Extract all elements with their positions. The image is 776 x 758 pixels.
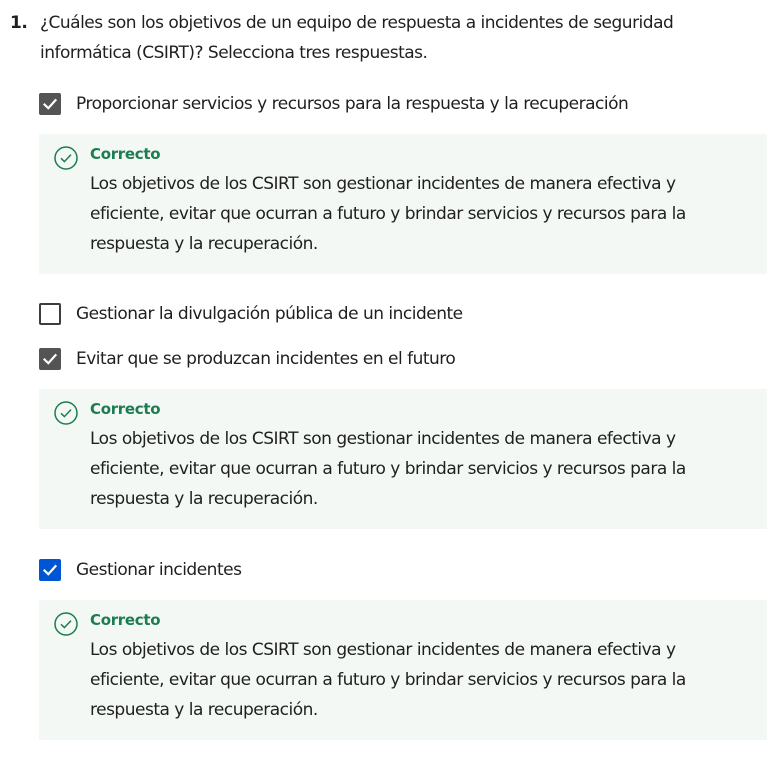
feedback-text: Los objetivos de los CSIRT son gestionar…	[90, 429, 686, 509]
feedback-text: Los objetivos de los CSIRT son gestionar…	[90, 640, 686, 720]
question-number: 1.	[10, 13, 28, 33]
feedback-text: Los objetivos de los CSIRT son gestionar…	[90, 174, 686, 254]
feedback-panel: Correcto Los objetivos de los CSIRT son …	[39, 134, 767, 274]
option-label: Evitar que se produzcan incidentes en el…	[76, 349, 456, 369]
feedback-panel: Correcto Los objetivos de los CSIRT son …	[39, 600, 767, 740]
checkmark-icon	[42, 98, 58, 110]
feedback-title: Correcto	[90, 145, 161, 163]
checkbox-checked[interactable]	[39, 93, 61, 115]
option-label: Proporcionar servicios y recursos para l…	[76, 94, 629, 114]
checkbox-unchecked[interactable]	[39, 303, 61, 325]
option-label: Gestionar incidentes	[76, 560, 242, 580]
feedback-title: Correcto	[90, 611, 161, 629]
checkmark-icon	[42, 353, 58, 365]
question-text: ¿Cuáles son los objetivos de un equipo d…	[40, 13, 674, 63]
feedback-title: Correcto	[90, 400, 161, 418]
option-checkbox-2[interactable]: Gestionar la divulgación pública de un i…	[39, 303, 463, 325]
checkmark-icon	[42, 564, 58, 576]
option-label: Gestionar la divulgación pública de un i…	[76, 304, 463, 324]
option-checkbox-1[interactable]: Proporcionar servicios y recursos para l…	[39, 93, 629, 115]
option-checkbox-4[interactable]: Gestionar incidentes	[39, 559, 242, 581]
check-circle-icon	[54, 612, 78, 636]
option-checkbox-3[interactable]: Evitar que se produzcan incidentes en el…	[39, 348, 456, 370]
check-circle-icon	[54, 401, 78, 425]
checkbox-checked[interactable]	[39, 348, 61, 370]
feedback-panel: Correcto Los objetivos de los CSIRT son …	[39, 389, 767, 529]
check-circle-icon	[54, 146, 78, 170]
checkbox-checked[interactable]	[39, 559, 61, 581]
